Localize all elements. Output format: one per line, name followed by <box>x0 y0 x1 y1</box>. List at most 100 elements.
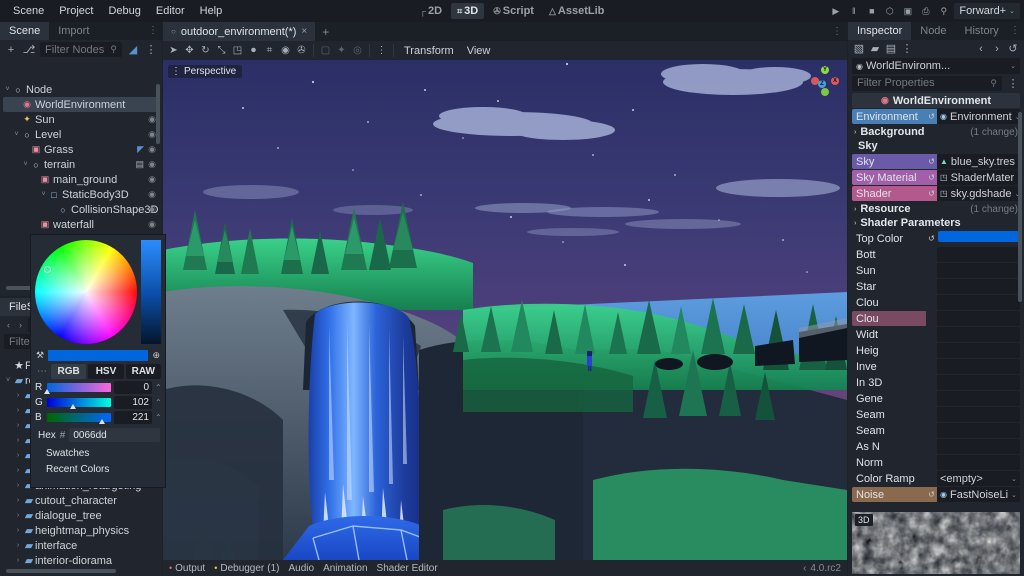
revert-property-icon[interactable]: ↺ <box>926 487 937 502</box>
mode-2d-button[interactable]: ┌ 2D <box>414 3 448 19</box>
play-project-button[interactable]: ▶ <box>827 3 844 20</box>
shader-param-bottom-color[interactable]: Bott <box>852 247 1020 262</box>
inspector-section-resource[interactable]: › Resource (1 change) <box>848 202 1024 216</box>
revert-property-icon[interactable] <box>926 439 937 454</box>
revert-property-icon[interactable] <box>926 423 937 438</box>
add-node-button[interactable]: + <box>4 43 18 57</box>
slider-knob[interactable] <box>44 389 50 394</box>
shader-param-noise[interactable]: Noise ↺ ◉ FastNoiseLi ⌄ <box>852 487 1020 502</box>
folder-expand-arrow-icon[interactable]: › <box>13 527 23 534</box>
revert-property-icon[interactable]: ↺ <box>926 186 937 201</box>
color-mode-rgb[interactable]: RGB <box>51 364 87 379</box>
chevron-down-icon[interactable]: ⌄ <box>1011 491 1017 499</box>
property-value[interactable] <box>937 407 1020 422</box>
shader-param-normalize[interactable]: Norm <box>852 455 1020 470</box>
property-value[interactable]: ◳sky.gdshade⌄ <box>937 186 1020 201</box>
scene-tab-outdoor-environment[interactable]: ○ outdoor_environment(*) × <box>163 22 316 41</box>
property-value[interactable]: ▲blue_sky.tres⌄ <box>937 154 1020 169</box>
property-value[interactable]: ◉Environment⌄ <box>937 109 1020 124</box>
spinner-icon[interactable]: ⌃ <box>155 383 162 392</box>
renderer-selector[interactable]: Forward+ ⌄ <box>954 3 1020 19</box>
inspector-section-background[interactable]: › Background (1 change) <box>848 125 1024 139</box>
instance-child-scene-button[interactable]: ⎇ <box>22 43 36 57</box>
tab-node[interactable]: Node <box>911 22 955 40</box>
swatches-section[interactable]: Swatches <box>34 444 162 460</box>
tree-expand-arrow-icon[interactable]: ˅ <box>21 161 30 168</box>
chevron-down-icon[interactable]: ⌄ <box>1011 475 1017 483</box>
revert-property-icon[interactable] <box>926 247 937 262</box>
tab-history[interactable]: History <box>956 22 1008 40</box>
channel-value-input[interactable]: 0 <box>114 381 152 394</box>
shader-param-seamless-blend-skirt[interactable]: Seam <box>852 423 1020 438</box>
property-row-sky[interactable]: Sky↺▲blue_sky.tres⌄ <box>852 154 1020 169</box>
property-value[interactable] <box>937 359 1020 374</box>
color-mode-hsv[interactable]: HSV <box>88 364 124 379</box>
movie-maker-button[interactable]: ⎙ <box>917 3 934 20</box>
pause-scene-button[interactable]: ‖ <box>845 3 862 20</box>
viewport-perspective-label[interactable]: ⋮ Perspective <box>168 65 243 78</box>
folder-expand-arrow-icon[interactable]: › <box>13 422 23 429</box>
color-swatch[interactable] <box>938 231 1019 242</box>
filesystem-item[interactable]: › ▰ interior-diorama <box>3 553 159 568</box>
property-value[interactable]: ◉ FastNoiseLi ⌄ <box>937 487 1020 502</box>
history-back-icon[interactable]: ‹ <box>974 42 988 56</box>
viewport-menu-transform[interactable]: Transform <box>398 45 460 57</box>
revert-property-icon[interactable] <box>926 295 937 310</box>
shader-param-color-ramp[interactable]: Color Ramp <empty> ⌄ <box>852 471 1020 486</box>
property-value[interactable] <box>937 455 1020 470</box>
new-scene-button[interactable]: + <box>315 25 336 39</box>
viewport-menu-view[interactable]: View <box>461 45 497 57</box>
bottom-panel-shader-editor[interactable]: Shader Editor <box>377 563 438 574</box>
tree-expand-arrow-icon[interactable]: ˅ <box>39 191 48 198</box>
scale-mode-tool[interactable]: ⤡ <box>214 43 229 58</box>
property-value[interactable] <box>937 327 1020 342</box>
play-scene-button[interactable]: ⬡ <box>881 3 898 20</box>
bottom-panel-debugger[interactable]: • Debugger (1) <box>214 563 279 574</box>
property-value[interactable] <box>937 311 1020 326</box>
new-resource-icon[interactable]: ▧ <box>852 42 866 56</box>
snap-mode-tool[interactable]: ✦ <box>334 43 349 58</box>
eyedropper-icon[interactable]: ⚒ <box>36 350 44 361</box>
folder-expand-arrow-icon[interactable]: › <box>13 452 23 459</box>
remote-debug-button[interactable]: ⚲ <box>935 3 952 20</box>
scene-tree-item[interactable]: ▣ waterfall ◉ <box>3 217 159 232</box>
scene-tree-item[interactable]: ˅ ○ terrain ▤ ◉ <box>3 157 159 172</box>
inspector-menu-icon[interactable]: ⋮ <box>1010 25 1020 36</box>
tab-inspector[interactable]: Inspector <box>848 22 912 40</box>
property-value[interactable] <box>937 295 1020 310</box>
scene-tree-more-icon[interactable]: ⋮ <box>144 43 158 57</box>
property-value[interactable] <box>937 247 1020 262</box>
property-value[interactable] <box>937 375 1020 390</box>
channel-slider[interactable] <box>47 398 111 409</box>
folder-expand-arrow-icon[interactable]: ˅ <box>3 377 13 384</box>
expand-bottom-panel-icon[interactable]: ‹ <box>803 563 806 574</box>
revert-property-icon[interactable] <box>926 279 937 294</box>
revert-property-icon[interactable] <box>926 375 937 390</box>
select-mode-tool[interactable]: ➤ <box>166 43 181 58</box>
shader-param-invert[interactable]: Inve <box>852 359 1020 374</box>
tree-expand-arrow-icon[interactable]: ˅ <box>12 131 21 138</box>
visibility-toggle-icon[interactable]: ◉ <box>148 129 156 140</box>
scene-tree-item[interactable]: ˅□ StaticBody3D ◉ <box>3 187 159 202</box>
3d-viewport[interactable]: ⋮ Perspective Y X Z <box>163 60 847 560</box>
visibility-toggle-icon[interactable]: ◉ <box>148 159 156 170</box>
property-value[interactable] <box>937 343 1020 358</box>
spinner-icon[interactable]: ⌃ <box>155 413 162 422</box>
filter-nodes-input[interactable]: Filter Nodes ⚲ <box>40 42 122 57</box>
revert-property-icon[interactable]: ↺ <box>926 170 937 185</box>
color-picker-popup[interactable]: ⚒ ⊕ ⋯ RGB HSV RAW R 0 ⌃ G 102 ⌃ B 221 ⌃ Hex # 0066d… <box>30 234 166 488</box>
group-tool[interactable]: ⌗ <box>262 43 277 58</box>
shader-param-sun-color[interactable]: Sun <box>852 263 1020 278</box>
property-value[interactable] <box>937 263 1020 278</box>
property-row-sky-material[interactable]: Sky Material↺◳ShaderMater⌄ <box>852 170 1020 185</box>
filter-icon[interactable]: ◢ <box>126 43 140 57</box>
view-options-tool[interactable]: ⋮ <box>374 43 389 58</box>
filesystem-item[interactable]: › ▰ heightmap_physics <box>3 523 159 538</box>
save-resource-icon[interactable]: ▤ <box>884 42 898 56</box>
visibility-toggle-icon[interactable]: ◉ <box>148 219 156 230</box>
list-select-tool[interactable]: ◳ <box>230 43 245 58</box>
shader-param-generate-mipmaps[interactable]: Gene <box>852 391 1020 406</box>
slider-knob[interactable] <box>69 404 76 409</box>
tree-expand-arrow-icon[interactable]: ˅ <box>3 86 12 93</box>
camera-preview-tool[interactable]: ◎ <box>350 43 365 58</box>
